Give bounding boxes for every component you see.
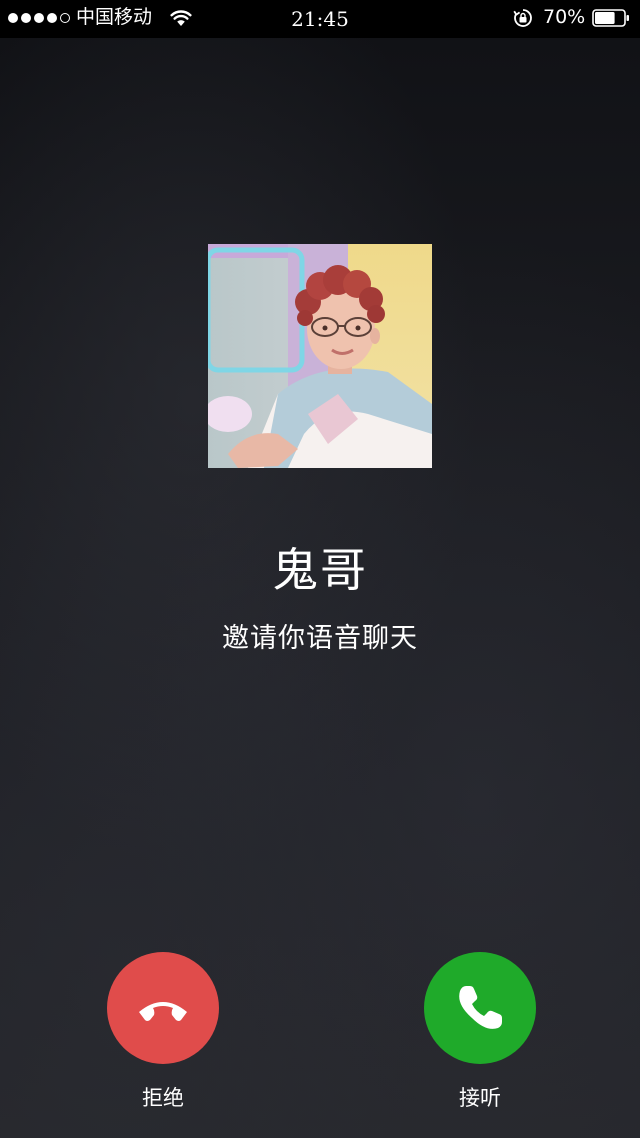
accept-button[interactable] [424, 952, 536, 1064]
decline-button[interactable] [107, 952, 219, 1064]
battery-fill [595, 12, 615, 24]
status-bar: 中国移动 21:45 70% [0, 0, 640, 38]
accept-label: 接听 [459, 1086, 501, 1110]
phone-icon [459, 986, 502, 1029]
battery-percentage: 70% [543, 6, 586, 28]
hang-up-icon [139, 1002, 187, 1021]
battery-icon [592, 9, 629, 27]
rotation-lock-icon [513, 9, 532, 27]
caller-avatar[interactable] [208, 244, 432, 468]
decline-label: 拒绝 [142, 1086, 184, 1110]
caller-avatar-photo [208, 244, 432, 468]
call-invite-text: 邀请你语音聊天 [222, 623, 418, 654]
incoming-call-screen: 中国移动 21:45 70% 鬼哥 邀请你语音聊天 拒绝 接听 [0, 0, 640, 1138]
caller-name: 鬼哥 [272, 543, 368, 597]
